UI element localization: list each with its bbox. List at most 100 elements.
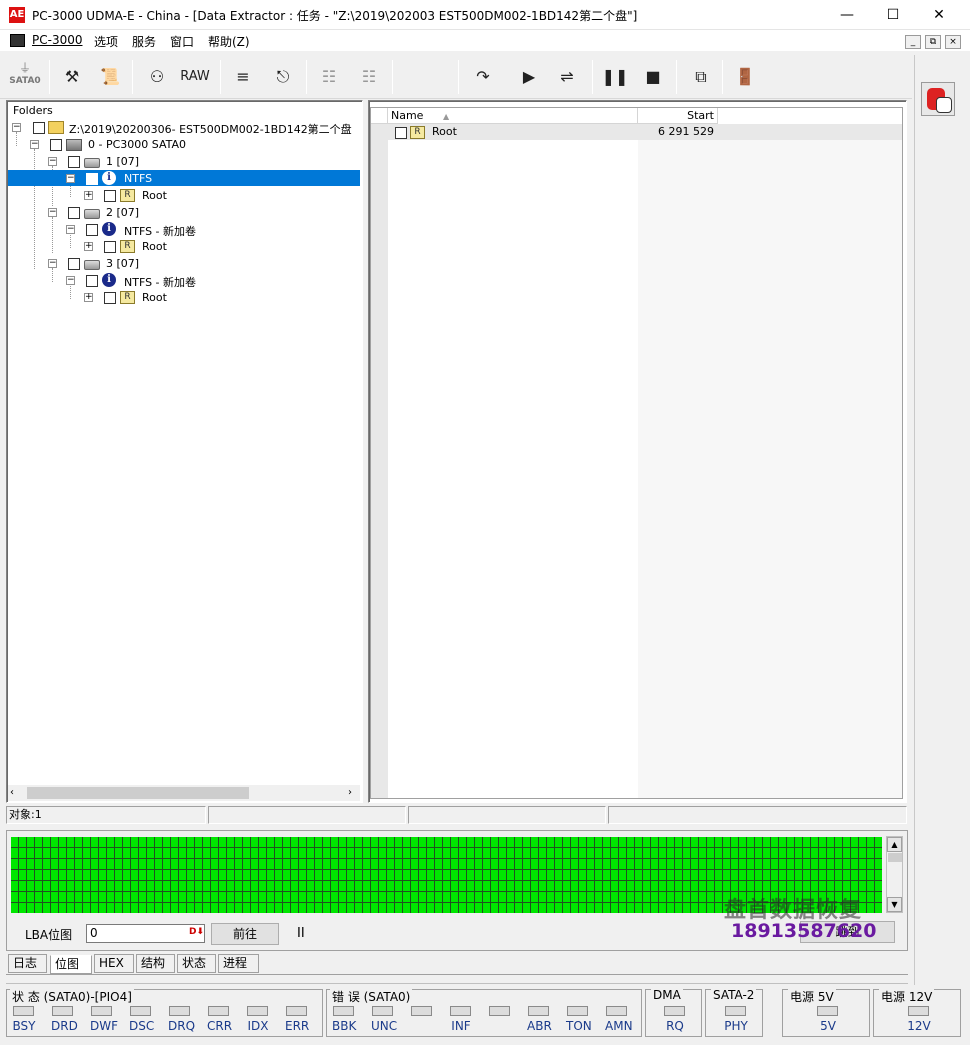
menu-help[interactable]: 帮助(Z) [208, 33, 250, 50]
tree-view-icon[interactable]: ☷ [312, 60, 346, 94]
tree-checkbox[interactable] [68, 207, 80, 219]
tree-collapse-toggle[interactable]: − [48, 157, 57, 166]
tab-hex[interactable]: HEX [94, 954, 134, 973]
tree-filesystem[interactable]: NTFS - 新加卷 [124, 274, 196, 290]
tab-process[interactable]: 进程 [218, 954, 259, 973]
indicator-led [208, 1006, 229, 1016]
tree-checkbox[interactable] [86, 224, 98, 236]
tree-expand-toggle[interactable]: + [84, 293, 93, 302]
tree-filesystem[interactable]: NTFS [124, 172, 152, 185]
tree-collapse-toggle[interactable]: − [66, 174, 75, 183]
close-icon[interactable]: ✕ [916, 0, 962, 30]
minimize-icon[interactable]: — [824, 0, 870, 30]
disk-export-icon[interactable]: ⎋ [266, 60, 300, 94]
tree-root-folder[interactable]: Root [142, 240, 167, 253]
tree-checkbox[interactable] [104, 241, 116, 253]
tree-collapse-toggle[interactable]: − [66, 276, 75, 285]
tree-collapse-toggle[interactable]: − [48, 208, 57, 217]
root-folder-icon: R [410, 126, 425, 139]
tab-structure[interactable]: 结构 [136, 954, 175, 973]
windows-icon[interactable]: ⧉ [684, 60, 718, 94]
tree-partition[interactable]: 3 [07] [106, 257, 139, 270]
tree-collapse-toggle[interactable]: − [30, 140, 39, 149]
menu-service[interactable]: 服务 [132, 33, 156, 50]
info-icon: i [102, 222, 116, 236]
scroll-right-icon[interactable]: › [348, 787, 352, 798]
power5v-group-title: 电源 5V [788, 988, 836, 1005]
tab-state[interactable]: 状态 [177, 954, 216, 973]
lba-input[interactable]: 0 [86, 924, 205, 943]
indicator-led [567, 1006, 588, 1016]
scroll-down-icon[interactable]: ▼ [887, 897, 902, 912]
object-count: 对象:1 [6, 806, 206, 824]
indicator-label: INF [451, 1019, 471, 1033]
tree-checkbox[interactable] [68, 156, 80, 168]
network-icon[interactable]: ⇌ [550, 60, 584, 94]
map-pause-icon[interactable]: II [297, 926, 305, 941]
lba-spin-icon[interactable]: D⬇ [189, 927, 204, 937]
tree-collapse-toggle[interactable]: − [48, 259, 57, 268]
indicator-label: DWF [90, 1019, 119, 1033]
tree-expand-icon[interactable]: ☷ [352, 60, 386, 94]
toolbar-separator [306, 60, 307, 94]
column-header-name[interactable]: Name ▲ [388, 108, 638, 124]
indicator-label: RQ [666, 1019, 684, 1033]
scrollbar-thumb[interactable] [888, 853, 902, 862]
tree-checkbox[interactable] [86, 173, 98, 185]
column-header-start[interactable]: Start [638, 108, 718, 124]
scroll-info-icon[interactable]: 📜 [93, 60, 127, 94]
scroll-left-icon[interactable]: ‹ [10, 787, 14, 798]
filter-icon[interactable]: ≡ [226, 60, 260, 94]
tree-root-folder[interactable]: Root [142, 189, 167, 202]
raw-button[interactable]: RAW [178, 60, 212, 94]
tree-checkbox[interactable] [104, 292, 116, 304]
scrollbar-thumb[interactable] [27, 787, 249, 799]
indicator-label: ABR [527, 1019, 552, 1033]
tree-expand-toggle[interactable]: + [84, 191, 93, 200]
indicator-led [13, 1006, 34, 1016]
pause-icon[interactable]: ❚❚ [598, 60, 632, 94]
tree-checkbox[interactable] [50, 139, 62, 151]
mdi-minimize-icon[interactable]: _ [905, 35, 921, 49]
sata-port-button[interactable]: ⏚ SATA0 [6, 60, 44, 94]
play-icon[interactable]: ▶ [512, 60, 546, 94]
tree-partition[interactable]: 1 [07] [106, 155, 139, 168]
menu-window[interactable]: 窗口 [170, 33, 194, 50]
tree-partition[interactable]: 2 [07] [106, 206, 139, 219]
indicator-label: DRQ [168, 1019, 196, 1033]
tree-checkbox[interactable] [33, 122, 45, 134]
tree-filesystem[interactable]: NTFS - 新加卷 [124, 223, 196, 239]
tree-collapse-toggle[interactable]: − [66, 225, 75, 234]
export-icon[interactable]: ↷ [466, 60, 500, 94]
indicator-led [52, 1006, 73, 1016]
maximize-icon[interactable]: ☐ [870, 0, 916, 30]
tab-log[interactable]: 日志 [8, 954, 47, 973]
mdi-close-icon[interactable]: × [945, 35, 961, 49]
menu-pc3000[interactable]: PC-3000 [32, 33, 82, 47]
exit-icon[interactable]: 🚪 [728, 60, 762, 94]
indicator-led [130, 1006, 151, 1016]
tree-checkbox[interactable] [86, 275, 98, 287]
mdi-restore-icon[interactable]: ⧉ [925, 35, 941, 49]
indicator-label: 12V [907, 1019, 931, 1033]
binoculars-icon[interactable]: ⚇ [140, 60, 174, 94]
tree-checkbox[interactable] [68, 258, 80, 270]
tree-collapse-toggle[interactable]: − [12, 123, 21, 132]
goto-button[interactable]: 前往 [211, 923, 279, 945]
menu-options[interactable]: 选项 [94, 33, 118, 50]
tree-expand-toggle[interactable]: + [84, 242, 93, 251]
database-icon[interactable] [921, 82, 955, 116]
tree-checkbox[interactable] [104, 190, 116, 202]
tree-device[interactable]: 0 - PC3000 SATA0 [88, 138, 186, 151]
scroll-up-icon[interactable]: ▲ [887, 837, 902, 852]
toolbar-separator [458, 60, 459, 94]
tree-root-path[interactable]: Z:\2019\20200306- EST500DM002-1BD142第二个盘 [69, 121, 352, 137]
stop-icon[interactable]: ■ [636, 60, 670, 94]
tree-selected-row[interactable] [8, 170, 360, 186]
tab-bitmap[interactable]: 位图 [50, 955, 92, 974]
lba-bitmap-label: LBA位图 [25, 928, 73, 942]
tree-root-folder[interactable]: Root [142, 291, 167, 304]
row-checkbox[interactable] [395, 127, 407, 139]
folder-icon [48, 121, 64, 134]
tools-icon[interactable]: ⚒ [55, 60, 89, 94]
